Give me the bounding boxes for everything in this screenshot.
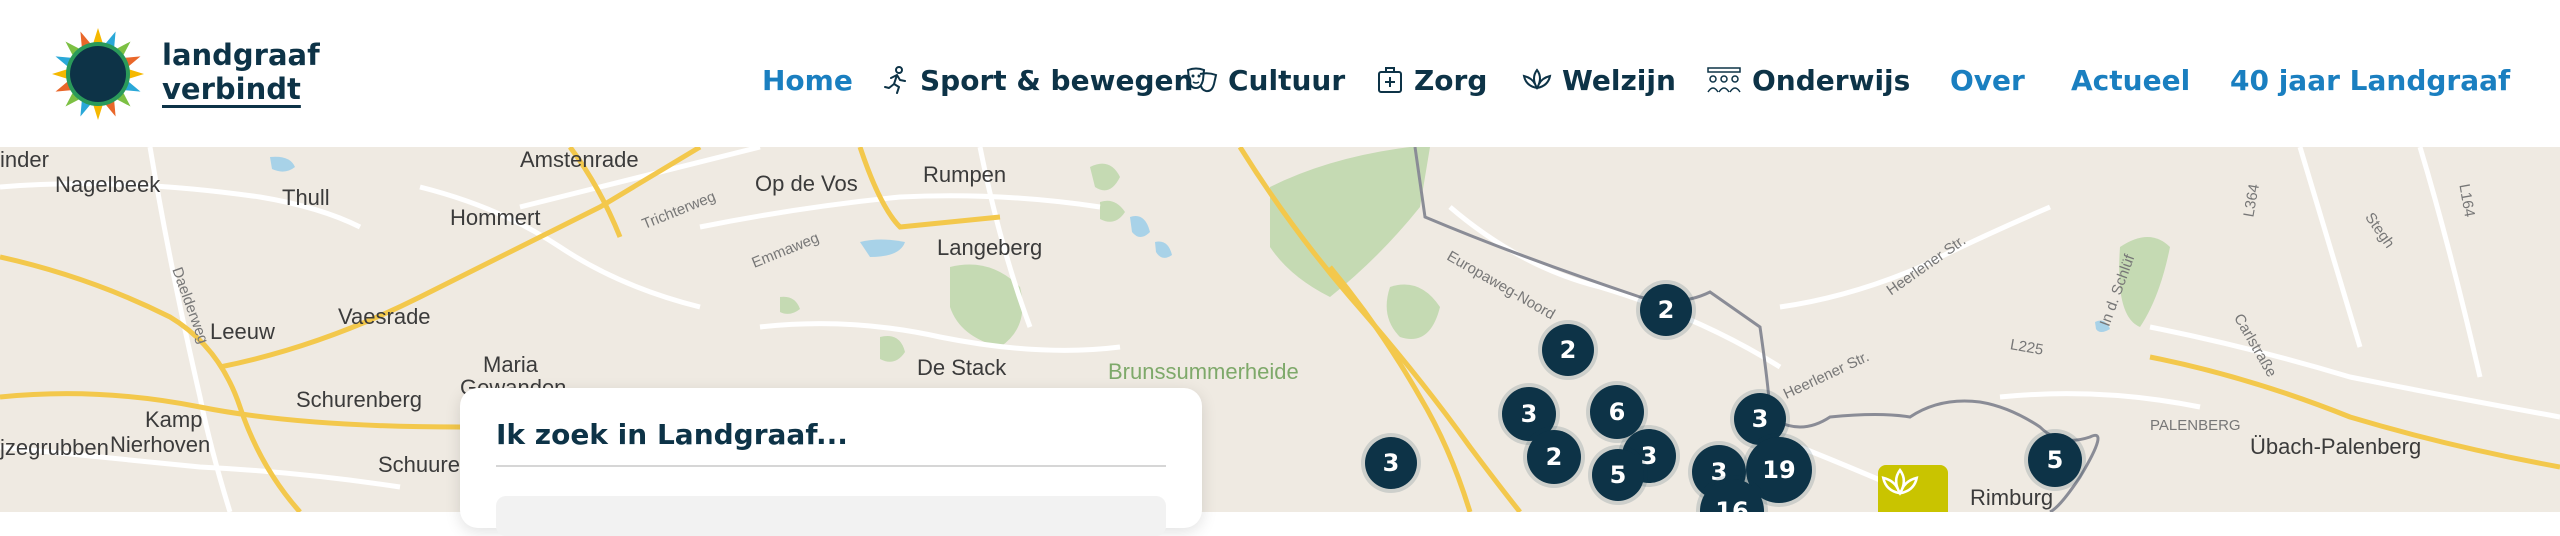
map-label: Op de Vos: [755, 171, 858, 196]
site-header: landgraaf verbindt Home Sport & bewegen …: [0, 0, 2560, 147]
nav-welzijn[interactable]: Welzijn: [1522, 60, 1676, 100]
map-label: Rimburg: [1970, 485, 2054, 510]
nav-home-label: Home: [762, 63, 853, 97]
nav-over[interactable]: Over: [1950, 60, 2025, 100]
nav-cultuur[interactable]: Cultuur: [1186, 60, 1345, 100]
map-view[interactable]: inder Nagelbeek Thull Amstenrade Hommert…: [0, 147, 2560, 512]
brand-line-1: landgraaf: [162, 38, 320, 72]
map-label: Vaesrade: [338, 304, 431, 329]
map-label: Nagelbeek: [55, 172, 161, 197]
map-label: Thull: [282, 185, 330, 210]
nav-home[interactable]: Home: [762, 60, 853, 100]
search-divider: [496, 465, 1166, 467]
brand-wordmark[interactable]: landgraaf verbindt: [162, 38, 322, 106]
map-label: Leeuw: [210, 319, 275, 344]
search-panel: Ik zoek in Landgraaf...: [460, 388, 1202, 536]
map-label: Rumpen: [923, 162, 1007, 187]
map-cluster-marker[interactable]: 5: [1592, 449, 1644, 501]
nav-onderwijs-label: Onderwijs: [1752, 63, 1911, 97]
map-cluster-marker[interactable]: 2: [1527, 430, 1581, 484]
runner-icon: [884, 66, 906, 94]
nav-zorg[interactable]: Zorg: [1376, 60, 1487, 100]
map-label: jzegrubben: [0, 435, 109, 460]
map-label: Nierhoven: [110, 432, 211, 457]
map-label: PALENBERG: [2150, 417, 2241, 434]
nav-actueel-label: Actueel: [2071, 63, 2191, 97]
map-label: Kamp: [145, 407, 203, 432]
nav-welzijn-label: Welzijn: [1562, 63, 1676, 97]
map-label: Schuurei: [378, 452, 465, 477]
map-label: Schurenberg: [296, 387, 422, 412]
map-label: Hommert: [450, 205, 541, 230]
nav-onderwijs[interactable]: Onderwijs: [1706, 60, 1910, 100]
search-title: Ik zoek in Landgraaf...: [496, 418, 848, 451]
welzijn-marker[interactable]: [1878, 465, 1948, 512]
nav-40-jaar-label: 40 jaar Landgraaf: [2230, 63, 2511, 97]
lotus-icon: [1522, 68, 1552, 90]
medical-kit-icon: [1378, 67, 1402, 93]
brand-line-2: verbindt: [162, 72, 301, 106]
map-label: De Stack: [917, 355, 1007, 380]
map-cluster-marker[interactable]: 5: [2028, 433, 2082, 487]
nav-over-label: Over: [1950, 63, 2025, 97]
search-input[interactable]: [496, 496, 1166, 536]
nav-sport-bewegen-label: Sport & bewegen: [920, 63, 1194, 97]
theater-masks-icon: [1186, 67, 1218, 93]
map-label: Langeberg: [937, 235, 1043, 260]
nav-cultuur-label: Cultuur: [1228, 63, 1346, 97]
map-label: Amstenrade: [520, 147, 639, 172]
lotus-icon: [1881, 467, 1919, 496]
logo-icon[interactable]: [48, 26, 148, 122]
nav-zorg-label: Zorg: [1414, 63, 1488, 97]
nav-actueel[interactable]: Actueel: [2071, 60, 2190, 100]
nav-40-jaar[interactable]: 40 jaar Landgraaf: [2230, 60, 2510, 100]
map-label: Übach-Palenberg: [2250, 434, 2422, 459]
map-cluster-marker[interactable]: 2: [1542, 324, 1594, 376]
map-label: inder: [0, 147, 49, 172]
nav-sport-bewegen[interactable]: Sport & bewegen: [882, 60, 1193, 100]
map-label: Brunssummerheide: [1108, 359, 1299, 384]
map-cluster-marker[interactable]: 2: [1640, 284, 1692, 336]
people-group-icon: [1707, 67, 1741, 93]
map-cluster-marker[interactable]: 3: [1365, 437, 1417, 489]
